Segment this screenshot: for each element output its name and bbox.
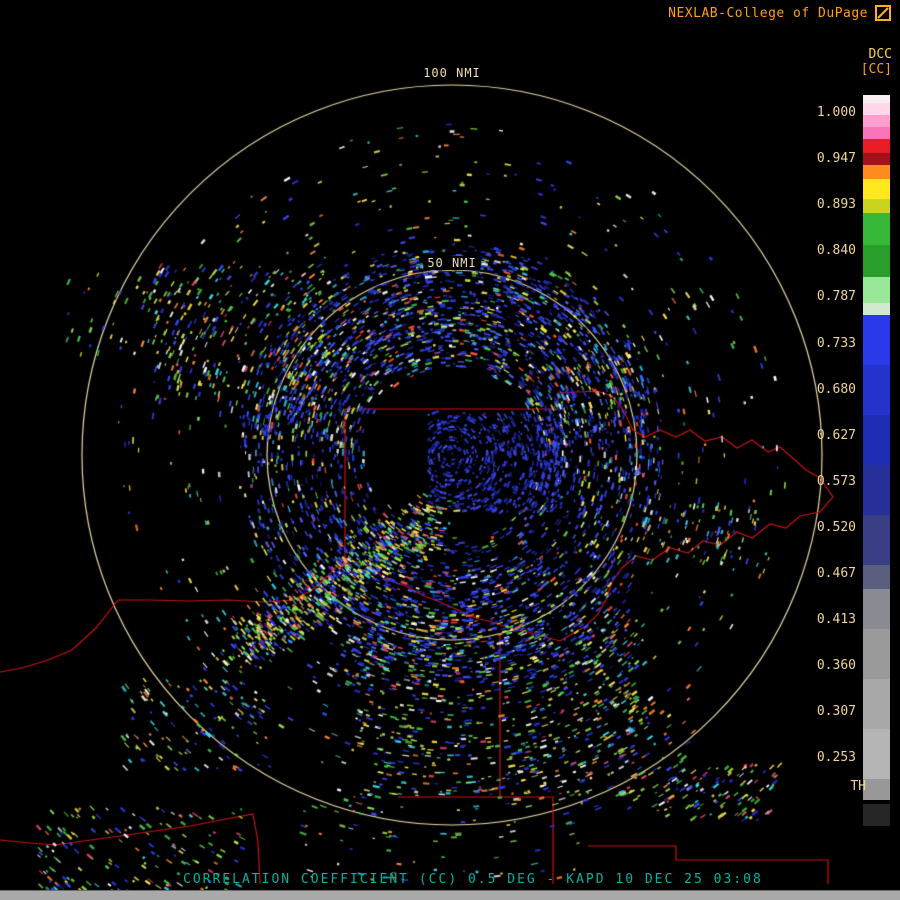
- colorbar-tick-label: 0.627: [817, 428, 856, 443]
- colorbar-gradient: [863, 95, 890, 800]
- colorbar-tick-label: 1.000: [817, 105, 856, 120]
- range-ring-label-50nmi: 50 NMI: [423, 256, 480, 270]
- colorbar-segment: [863, 629, 890, 679]
- colorbar-segment: [863, 679, 890, 729]
- colorbar-tick-label: 0.947: [817, 151, 856, 166]
- colorbar-subtitle: [CC]: [861, 62, 892, 77]
- colorbar-segment: [863, 589, 890, 629]
- radar-canvas: [0, 0, 900, 900]
- colorbar-segment: [863, 365, 890, 415]
- colorbar-threshold-swatch: [863, 804, 890, 826]
- colorbar-threshold-label: TH: [850, 779, 866, 794]
- colorbar-header: DCC [CC]: [861, 47, 892, 77]
- colorbar-segment: [863, 779, 890, 800]
- colorbar-segment: [863, 315, 890, 365]
- colorbar-segment: [863, 515, 890, 565]
- colorbar-segment: [863, 165, 890, 179]
- colorbar-tick-label: 0.787: [817, 289, 856, 304]
- colorbar-segment: [863, 213, 890, 245]
- colorbar-title: DCC: [861, 47, 892, 62]
- range-ring-label-100nmi: 100 NMI: [419, 66, 485, 80]
- colorbar-tick-label: 0.413: [817, 612, 856, 627]
- colorbar-tick-label: 0.520: [817, 520, 856, 535]
- colorbar-tick-label: 0.680: [817, 382, 856, 397]
- nexlab-logo-icon: [875, 5, 891, 21]
- colorbar-tick-label: 0.360: [817, 658, 856, 673]
- colorbar-segment: [863, 103, 890, 115]
- colorbar-tick-label: 0.307: [817, 704, 856, 719]
- colorbar-tick-label: 0.840: [817, 243, 856, 258]
- brand-title: NEXLAB-College of DuPage: [668, 6, 868, 21]
- product-title: CORRELATION COEFFICIENT (CC) 0.5 DEG - K…: [183, 872, 763, 887]
- horizontal-scrollbar[interactable]: [0, 890, 900, 900]
- colorbar-segment: [863, 465, 890, 515]
- colorbar-tick-label: 0.733: [817, 336, 856, 351]
- colorbar-segment: [863, 179, 890, 199]
- radar-display: 100 NMI 50 NMI NEXLAB-College of DuPage …: [0, 0, 900, 900]
- colorbar-segment: [863, 199, 890, 213]
- colorbar-tick-label: 0.253: [817, 750, 856, 765]
- colorbar-segment: [863, 115, 890, 127]
- colorbar-segment: [863, 95, 890, 103]
- colorbar-segment: [863, 303, 890, 315]
- colorbar-segment: [863, 277, 890, 303]
- colorbar-segment: [863, 729, 890, 779]
- colorbar-segment: [863, 565, 890, 589]
- colorbar-segment: [863, 415, 890, 465]
- colorbar-segment: [863, 245, 890, 277]
- colorbar-segment: [863, 139, 890, 153]
- colorbar-segment: [863, 153, 890, 165]
- colorbar-tick-label: 0.573: [817, 474, 856, 489]
- colorbar-tick-label: 0.467: [817, 566, 856, 581]
- colorbar-segment: [863, 127, 890, 139]
- colorbar-tick-label: 0.893: [817, 197, 856, 212]
